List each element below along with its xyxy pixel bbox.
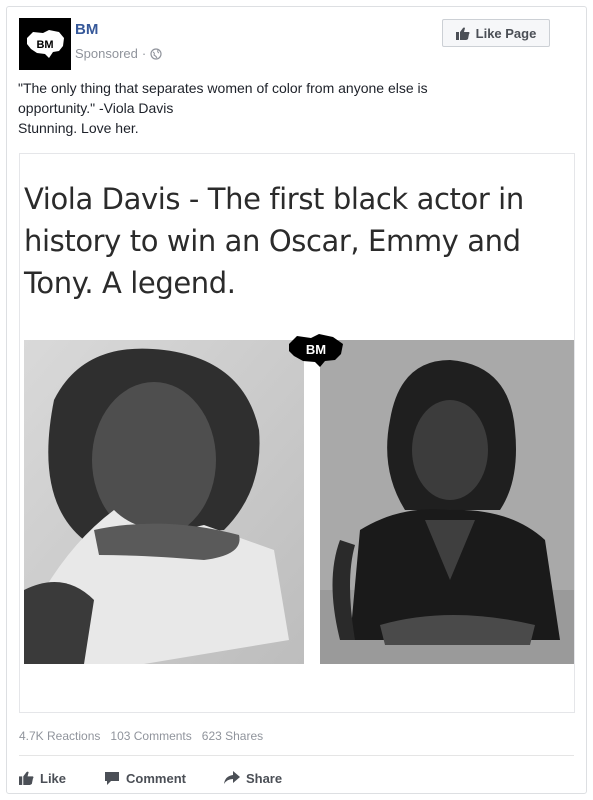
comment-button[interactable]: Comment [104,771,186,786]
post-image[interactable]: Viola Davis - The first black actor in h… [19,153,575,713]
headline-line: Viola Davis - The first black actor in [24,182,524,216]
sponsored-post-card: BM BM Sponsored · Like Page "The only th… [6,6,587,794]
image-headline: Viola Davis - The first black actor in h… [24,178,569,304]
bm-logo-icon: BM [19,18,71,70]
reactions-count[interactable]: 4.7K Reactions [19,729,100,743]
post-text-line: opportunity." -Viola Davis [18,100,174,116]
comment-label: Comment [126,770,186,786]
post-actions: Like Comment Share [19,763,320,793]
portrait-photo-left [24,340,304,664]
engagement-stats: 4.7K Reactions 103 Comments 623 Shares [19,729,263,743]
page-avatar[interactable]: BM [19,18,71,70]
svg-text:BM: BM [306,342,326,357]
page-name-link[interactable]: BM [75,21,98,38]
bm-watermark-icon: BM [289,334,343,367]
comment-icon [105,771,120,785]
like-button[interactable]: Like [19,771,66,786]
post-text: "The only thing that separates women of … [18,78,573,138]
svg-text:BM: BM [36,39,53,51]
actions-divider [19,755,574,756]
portrait-photo-right [320,340,574,664]
like-page-label: Like Page [475,25,537,41]
thumbs-up-icon [455,27,470,40]
share-label: Share [245,770,283,786]
post-text-line: "The only thing that separates women of … [18,80,428,96]
globe-icon [150,47,162,60]
share-button[interactable]: Share [223,770,283,786]
comments-count[interactable]: 103 Comments [110,729,191,743]
like-label: Like [40,770,67,786]
post-meta: Sponsored · [75,46,162,61]
meta-separator: · [141,46,147,61]
thumbs-up-icon [19,771,34,785]
share-arrow-icon [223,771,240,784]
post-text-line: Stunning. Love her. [18,120,139,136]
shares-count[interactable]: 623 Shares [202,729,263,743]
headline-line: Tony. A legend. [24,266,236,300]
sponsored-label[interactable]: Sponsored [75,46,138,61]
like-page-button[interactable]: Like Page [442,19,550,47]
headline-line: history to win an Oscar, Emmy and [24,224,521,258]
